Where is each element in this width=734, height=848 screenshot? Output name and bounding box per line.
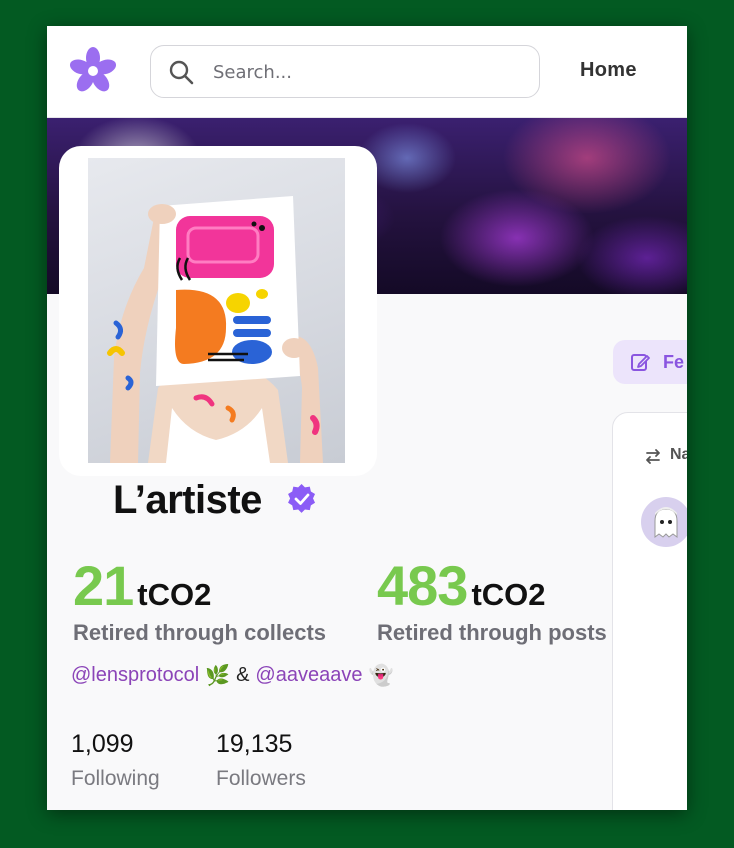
profile-name-row: L’artiste <box>113 478 316 528</box>
co2-stat-posts: 483 tCO2 Retired through posts <box>377 553 607 646</box>
co2-collects-unit: tCO2 <box>137 577 212 612</box>
herb-emoji-icon: 🌿 <box>205 665 231 687</box>
ghost-avatar[interactable] <box>641 497 687 547</box>
search-icon <box>169 60 194 85</box>
nav-home-link[interactable]: Home <box>580 59 637 82</box>
followers-label: Followers <box>216 767 306 790</box>
feed-tab-button[interactable]: Fe <box>613 340 687 384</box>
lens-logo-icon[interactable] <box>68 46 118 96</box>
side-card: Na <box>612 412 687 810</box>
co2-collects-caption: Retired through collects <box>73 620 327 645</box>
co2-posts-value: 483 <box>377 554 468 617</box>
bio-separator: & <box>236 664 250 686</box>
co2-stat-collects: 21 tCO2 Retired through collects <box>73 553 326 646</box>
followers-stat[interactable]: 19,135 Followers <box>216 730 306 791</box>
profile-bio: @lensprotocol 🌿 & @aaveaave 👻 <box>71 663 393 688</box>
ghost-emoji-icon: 👻 <box>368 665 394 687</box>
followers-count: 19,135 <box>216 730 293 758</box>
co2-posts-caption: Retired through posts <box>377 620 607 645</box>
search-input[interactable] <box>213 58 523 86</box>
handle-link-lensprotocol[interactable]: @lensprotocol <box>71 664 199 687</box>
profile-display-name: L’artiste <box>113 478 262 522</box>
swap-arrows-icon <box>646 449 660 464</box>
following-count: 1,099 <box>71 730 134 758</box>
edit-icon <box>631 354 650 371</box>
profile-avatar-image[interactable] <box>88 158 345 463</box>
following-label: Following <box>71 767 160 790</box>
feed-tab-label: Fe <box>663 352 685 372</box>
verified-badge-icon <box>288 484 316 513</box>
co2-collects-value: 21 <box>73 554 134 617</box>
co2-posts-unit: tCO2 <box>471 577 546 612</box>
following-stat[interactable]: 1,099 Following <box>71 730 160 791</box>
app-window: Home <box>47 26 687 810</box>
search-box[interactable] <box>150 45 540 98</box>
top-bar: Home <box>47 26 687 118</box>
side-card-title: Na <box>670 446 687 463</box>
handle-link-aaveaave[interactable]: @aaveaave <box>255 664 362 687</box>
